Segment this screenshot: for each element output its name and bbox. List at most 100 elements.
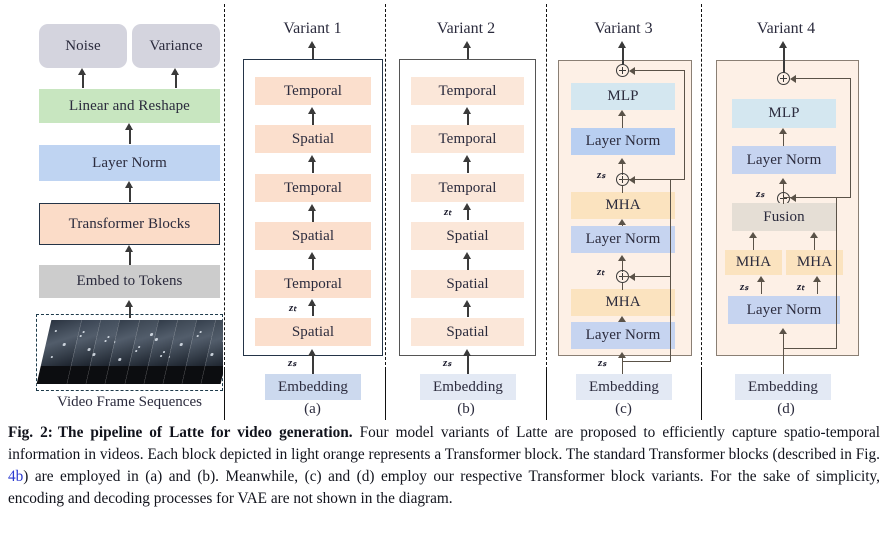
pipeline-layer-norm-label: Layer Norm (92, 154, 167, 171)
variant-2-sublabel: (b) (457, 401, 475, 417)
separator-3 (546, 4, 547, 370)
video-frame-highlight (137, 346, 140, 348)
variant-3-res-b-v (670, 179, 672, 277)
variant-4-res-b-arrowhead (790, 193, 796, 202)
video-frame-highlight (134, 350, 137, 352)
separator-2 (385, 4, 386, 370)
variant-4-arrow-ln-mhaR-head (813, 276, 821, 282)
variant-1-block-5: Spatial (255, 318, 371, 346)
variant-2-block-1: Temporal (411, 125, 524, 153)
pipeline-embed-to-tokens-label: Embed to Tokens (76, 273, 183, 289)
variant-3-plus-top-up (622, 56, 624, 65)
variant-3-sublabel: (c) (615, 401, 632, 417)
variant-3-mlp: MLP (571, 83, 675, 110)
variant-3-arrow-ln1-mha-head (618, 219, 626, 225)
caption-reference-link[interactable]: 4b (8, 468, 23, 485)
variant-1-block-3: Spatial (255, 222, 371, 250)
figure-2: Noise Variance Linear and Reshape Layer … (0, 0, 885, 551)
pipeline-output-variance: Variance (132, 24, 220, 68)
arrow-ln-to-linear-head (125, 123, 133, 130)
variant-4-res-a-h-top (795, 78, 851, 80)
variant-1-block-4: Temporal (255, 270, 371, 298)
arrow-video-to-embed-head (125, 300, 133, 307)
variant-4-branch-zs-label: zₛ (740, 281, 749, 293)
variant-4-out-head (779, 41, 787, 48)
variant-1-sublabel: (a) (304, 401, 321, 417)
variant-4-res-a-arrowhead (790, 74, 796, 83)
variant-4-res-b-h-top (795, 197, 837, 199)
separator-3-solid (546, 370, 547, 420)
variant-3-res-a-v (684, 71, 686, 180)
variant-1-arrow-4-head (308, 299, 316, 306)
variant-2-in-head (463, 349, 471, 356)
variant-4-arrow-ln-mhaR-line (817, 280, 819, 294)
variant-3-zs-label: zₛ (597, 169, 606, 181)
variant-1-block-1: Spatial (255, 125, 371, 153)
variant-4-arrow-mhaL-fusion-line (753, 236, 755, 250)
variant-4-layer-norm-lower: Layer Norm (728, 296, 840, 324)
variant-2-zt-label: zₜ (444, 206, 452, 218)
variant-2-block-2: Temporal (411, 174, 524, 202)
variant-2-out-head (463, 41, 471, 48)
variant-3-in-line (622, 356, 624, 374)
variant-2-arrow-1-head (463, 155, 471, 162)
variant-3-res-c-arrowhead (629, 272, 635, 281)
variant-4-branch-zt-label: zₜ (797, 281, 805, 293)
variant-1-zt-label: zₜ (289, 302, 297, 314)
video-frame-highlight (149, 333, 153, 336)
variant-4-title: Variant 4 (756, 20, 816, 37)
variant-4-zs-label: zₛ (756, 188, 765, 200)
variant-3-layer-norm-upper: Layer Norm (571, 128, 675, 155)
video-frames-caption: Video Frame Sequences (57, 394, 202, 410)
variant-3-arrow-ln2-mlp-line (622, 114, 624, 128)
variant-4-arrow-ln-mhaL-head (757, 276, 765, 282)
video-frames-group (36, 314, 223, 391)
pipeline-output-noise-label: Noise (65, 37, 101, 54)
arrow-to-variance-head (171, 68, 179, 75)
variant-3-arrow-addmid-ln2-head (618, 158, 626, 164)
pipeline-output-noise: Noise (39, 24, 127, 68)
pipeline-embed-to-tokens: Embed to Tokens (39, 265, 220, 298)
variant-3-res-c-h-bot (622, 361, 671, 363)
video-frame-highlight (222, 340, 223, 342)
variant-3-mha-lower: MHA (571, 289, 675, 316)
variant-4-arrow-ln-mlp-line (783, 132, 785, 146)
variant-1-in-head (308, 349, 316, 356)
variant-3-residual-add-top (616, 64, 629, 77)
variant-4-mha-temporal: MHA (786, 250, 843, 275)
variant-3-title: Variant 3 (594, 20, 653, 37)
variant-4-mlp: MLP (732, 99, 836, 128)
variant-2-block-3: Spatial (411, 222, 524, 250)
variant-4-arrow-fusion-add-line (783, 198, 785, 204)
diagram-area: Noise Variance Linear and Reshape Layer … (0, 0, 885, 420)
variant-4-arrow-ln-mhaL-line (761, 280, 763, 294)
variant-3-res-b-arrowhead (629, 175, 635, 184)
variant-2-title: Variant 2 (436, 20, 496, 37)
variant-3-in-head (618, 352, 626, 358)
pipeline-linear-reshape-label: Linear and Reshape (69, 97, 190, 114)
variant-4-embedding: Embedding (735, 374, 831, 400)
caption-title: The pipeline of Latte for video generati… (57, 424, 353, 441)
separator-1 (224, 4, 225, 370)
variant-3-mha-upper: MHA (571, 192, 675, 219)
variant-1-block-0: Temporal (255, 77, 371, 105)
arrow-embed-to-tb-head (125, 245, 133, 252)
variant-4-sublabel: (d) (777, 401, 795, 417)
variant-1-title: Variant 1 (283, 20, 342, 37)
variant-4-layer-norm-upper: Layer Norm (732, 146, 836, 174)
variant-3-out-head (618, 41, 626, 48)
variant-3-arrow-ln1-mha1-line (622, 186, 624, 193)
video-frame-ground (36, 366, 71, 384)
variant-3-embedding: Embedding (576, 374, 672, 400)
variant-4-mha-spatial: MHA (725, 250, 782, 275)
variant-1-arrow-0-head (308, 107, 316, 114)
variant-1-arrow-3-head (308, 252, 316, 259)
variant-3-res-a-arrowhead (629, 66, 635, 75)
variant-4-res-a-v (850, 78, 852, 198)
variant-1-out-head (308, 41, 316, 48)
variant-4-in-head (779, 328, 787, 334)
variant-3-arrow-mha2-add-line (622, 283, 624, 290)
variant-1-block-2: Temporal (255, 174, 371, 202)
variant-3-res-b-h-top (634, 179, 671, 181)
variant-4-fusion: Fusion (732, 203, 836, 231)
